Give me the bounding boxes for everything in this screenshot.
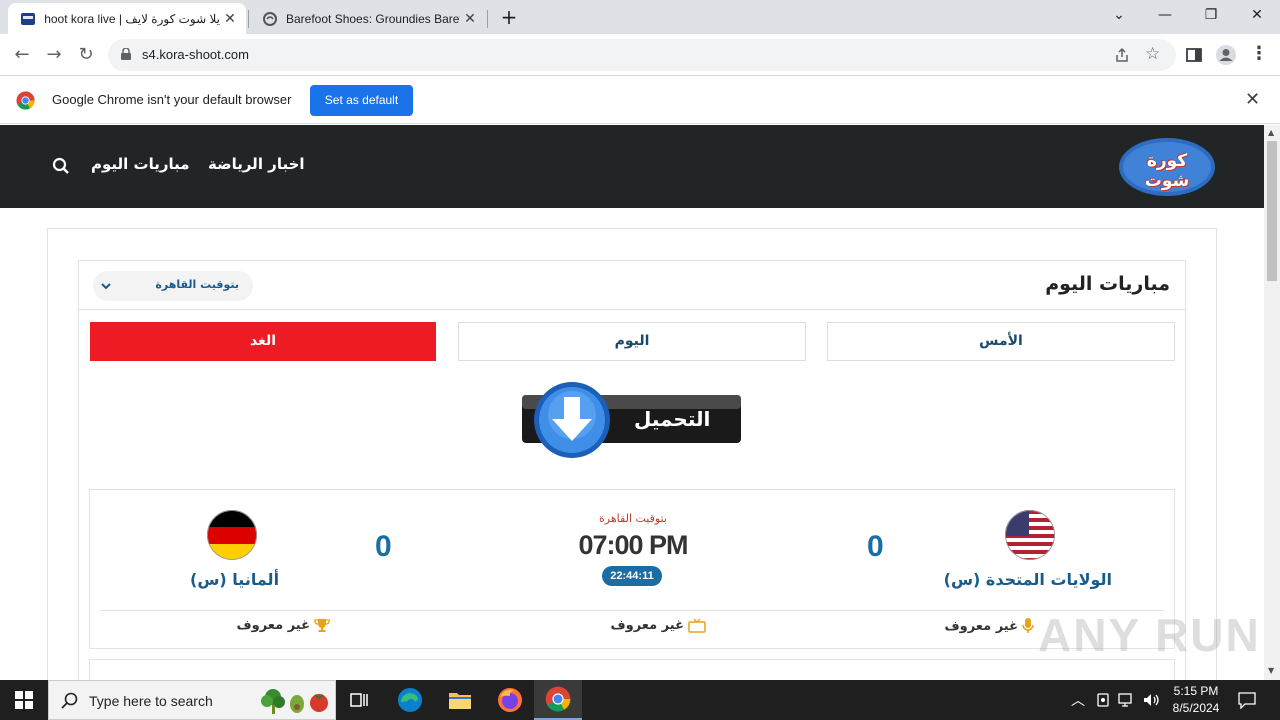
microphone-icon: [1022, 618, 1034, 633]
url-text: s4.kora-shoot.com: [142, 47, 249, 62]
menu-kebab-icon[interactable]: ⋮: [1250, 43, 1268, 64]
match-channel: غير معروف: [611, 618, 706, 633]
tab-separator: [248, 10, 249, 28]
tab-title: Barefoot Shoes: Groundies Barefoot Shoes: [286, 11, 460, 26]
clock-date: 8/5/2024: [1172, 701, 1220, 715]
tab-close-icon[interactable]: ✕: [220, 11, 240, 27]
device-status-icon[interactable]: [1096, 692, 1110, 708]
firefox-icon[interactable]: [486, 680, 534, 720]
tab-title: يلا شوت كورة لايف | Yalla shoot kora liv…: [44, 11, 220, 26]
profile-avatar-icon[interactable]: [1215, 44, 1237, 66]
download-ad-banner[interactable]: التحميل: [482, 371, 782, 470]
scroll-up-arrow-icon[interactable]: ▲: [1268, 128, 1274, 137]
match-divider: [100, 610, 1164, 611]
download-ad-label: التحميل: [634, 407, 711, 431]
infobar-message: Google Chrome isn't your default browser: [52, 92, 292, 107]
restore-button[interactable]: ❐: [1188, 0, 1234, 30]
tab-yesterday[interactable]: الأمس: [827, 322, 1175, 361]
timezone-select[interactable]: بتوقيت القاهرة: [93, 271, 253, 301]
trophy-icon: [314, 619, 330, 632]
default-browser-infobar: Google Chrome isn't your default browser…: [0, 77, 1280, 124]
scroll-down-arrow-icon[interactable]: ▼: [1268, 666, 1274, 675]
windows-logo-icon: [15, 691, 33, 709]
tab-barefoot-shoes[interactable]: Barefoot Shoes: Groundies Barefoot Shoes…: [250, 3, 486, 34]
site-logo[interactable]: كورة شوت: [1118, 137, 1216, 197]
match-commentator: غير معروف: [945, 618, 1034, 634]
scrollbar-thumb[interactable]: [1267, 141, 1277, 281]
matches-panel: مباريات اليوم بتوقيت القاهرة الأمس اليوم…: [78, 260, 1186, 680]
germany-flag-icon: [207, 510, 257, 560]
nav-sports-news[interactable]: اخبار الرياضة: [208, 155, 305, 173]
browser-toolbar: ← → ↻ s4.kora-shoot.com ☆ ⋮: [0, 34, 1280, 76]
show-hidden-icons-chevron-icon[interactable]: ︿: [1071, 690, 1085, 710]
notifications-icon[interactable]: [1238, 691, 1256, 709]
address-bar[interactable]: s4.kora-shoot.com ☆: [108, 39, 1176, 71]
home-team-name: الولايات المتحدة (س): [943, 570, 1112, 589]
back-arrow-icon[interactable]: ←: [10, 43, 34, 67]
set-as-default-button[interactable]: Set as default: [310, 85, 413, 116]
start-button[interactable]: [0, 680, 48, 720]
chrome-logo-icon: [16, 91, 35, 110]
tab-today[interactable]: اليوم: [458, 322, 806, 361]
channel-value: غير معروف: [610, 618, 684, 633]
tab-strip: يلا شوت كورة لايف | Yalla shoot kora liv…: [0, 0, 1280, 34]
tab-close-icon[interactable]: ✕: [460, 11, 480, 27]
vegetables-search-highlight-icon: [261, 689, 328, 714]
chevron-down-icon: [101, 283, 111, 290]
tab-tomorrow[interactable]: الغد: [90, 322, 436, 361]
network-icon[interactable]: [1118, 692, 1136, 708]
page-scrollbar[interactable]: ▲ ▼: [1264, 125, 1280, 680]
commentator-value: غير معروف: [944, 618, 1018, 634]
search-icon: [61, 692, 78, 709]
away-score: 0: [375, 530, 392, 563]
volume-icon[interactable]: [1142, 691, 1160, 709]
reload-icon[interactable]: ↻: [74, 43, 98, 67]
minimize-button[interactable]: —: [1142, 0, 1188, 30]
taskbar-search-placeholder: Type here to search: [89, 693, 213, 709]
taskbar-search-box[interactable]: Type here to search: [48, 680, 336, 720]
search-icon[interactable]: [52, 157, 70, 175]
league-value: غير معروف: [236, 618, 310, 633]
timezone-select-value: بتوقيت القاهرة: [155, 278, 239, 291]
tab-kora-shoot[interactable]: يلا شوت كورة لايف | Yalla shoot kora liv…: [8, 3, 246, 34]
match-countdown: 22:44:11: [602, 566, 662, 586]
match-league: غير معروف: [237, 618, 330, 633]
infobar-close-icon[interactable]: ✕: [1245, 89, 1260, 110]
close-window-button[interactable]: ✕: [1234, 0, 1280, 30]
page-title: مباريات اليوم: [1045, 273, 1170, 295]
edge-browser-icon[interactable]: [386, 680, 434, 720]
matches-panel-header: مباريات اليوم بتوقيت القاهرة: [79, 261, 1185, 310]
site-favicon-icon: [21, 12, 35, 25]
task-view-icon[interactable]: [336, 680, 384, 720]
tv-icon: [688, 618, 706, 633]
web-page: كورة شوت اخبار الرياضة مباريات اليوم مبا…: [0, 125, 1264, 680]
site-favicon-icon: [263, 11, 277, 26]
share-icon[interactable]: [1114, 47, 1130, 63]
away-team-name: ألمانيا (س): [190, 570, 280, 589]
anyrun-watermark: ANY RUN: [1038, 609, 1261, 661]
new-tab-button[interactable]: +: [486, 2, 532, 32]
chrome-taskbar-icon[interactable]: [534, 680, 582, 720]
clock-time: 5:15 PM: [1173, 684, 1219, 698]
match-card[interactable]: الولايات المتحدة (س) 0 بتوقيت القاهرة 07…: [89, 489, 1175, 649]
logo-text: كورة شوت: [1144, 151, 1190, 191]
site-header: كورة شوت اخبار الرياضة مباريات اليوم: [0, 125, 1264, 208]
nav-today-matches[interactable]: مباريات اليوم: [91, 155, 190, 173]
bookmark-star-icon[interactable]: ☆: [1145, 44, 1160, 64]
windows-taskbar: Type here to search ︿ 5:15 PM 8/5/2024: [0, 680, 1280, 720]
forward-arrow-icon[interactable]: →: [42, 43, 66, 67]
side-panel-icon[interactable]: [1186, 47, 1202, 63]
tab-search-dropdown-icon[interactable]: ⌄: [1096, 0, 1142, 30]
lock-icon: [121, 48, 131, 60]
system-clock[interactable]: 5:15 PM 8/5/2024: [1166, 683, 1226, 717]
file-explorer-icon[interactable]: [436, 680, 484, 720]
match-card[interactable]: [89, 659, 1175, 680]
download-banner-graphic: [522, 382, 741, 458]
